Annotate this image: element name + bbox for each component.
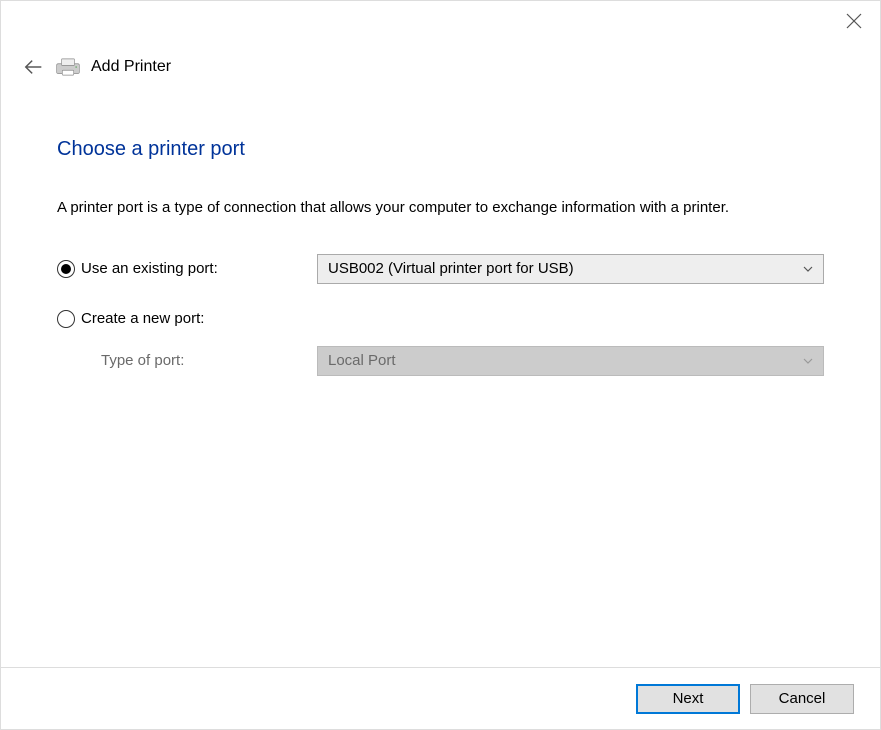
- radio-existing-port-label: Use an existing port:: [81, 260, 218, 277]
- radio-new-port[interactable]: Create a new port:: [57, 310, 317, 328]
- page-description: A printer port is a type of connection t…: [57, 197, 824, 220]
- option-new-port-row: Create a new port:: [57, 310, 824, 328]
- printer-icon: [55, 57, 81, 77]
- back-button[interactable]: [23, 56, 45, 78]
- wizard-content: Choose a printer port A printer port is …: [1, 78, 880, 376]
- wizard-footer: Next Cancel: [1, 667, 880, 729]
- chevron-down-icon: [803, 263, 813, 275]
- port-type-row: Type of port: Local Port: [57, 346, 824, 376]
- close-button[interactable]: [846, 13, 862, 29]
- existing-port-value: USB002 (Virtual printer port for USB): [328, 260, 574, 277]
- port-type-dropdown: Local Port: [317, 346, 824, 376]
- chevron-down-icon: [803, 355, 813, 367]
- wizard-header: Add Printer: [1, 1, 880, 78]
- existing-port-dropdown[interactable]: USB002 (Virtual printer port for USB): [317, 254, 824, 284]
- option-existing-port-row: Use an existing port: USB002 (Virtual pr…: [57, 254, 824, 284]
- close-icon: [846, 13, 862, 29]
- port-type-label: Type of port:: [57, 352, 317, 369]
- radio-icon: [57, 310, 75, 328]
- radio-existing-port[interactable]: Use an existing port:: [57, 260, 317, 278]
- cancel-button[interactable]: Cancel: [750, 684, 854, 714]
- radio-icon: [57, 260, 75, 278]
- port-type-value: Local Port: [328, 352, 396, 369]
- back-arrow-icon: [23, 56, 45, 78]
- radio-new-port-label: Create a new port:: [81, 310, 204, 327]
- wizard-title: Add Printer: [91, 58, 171, 76]
- page-heading: Choose a printer port: [57, 138, 824, 161]
- next-button[interactable]: Next: [636, 684, 740, 714]
